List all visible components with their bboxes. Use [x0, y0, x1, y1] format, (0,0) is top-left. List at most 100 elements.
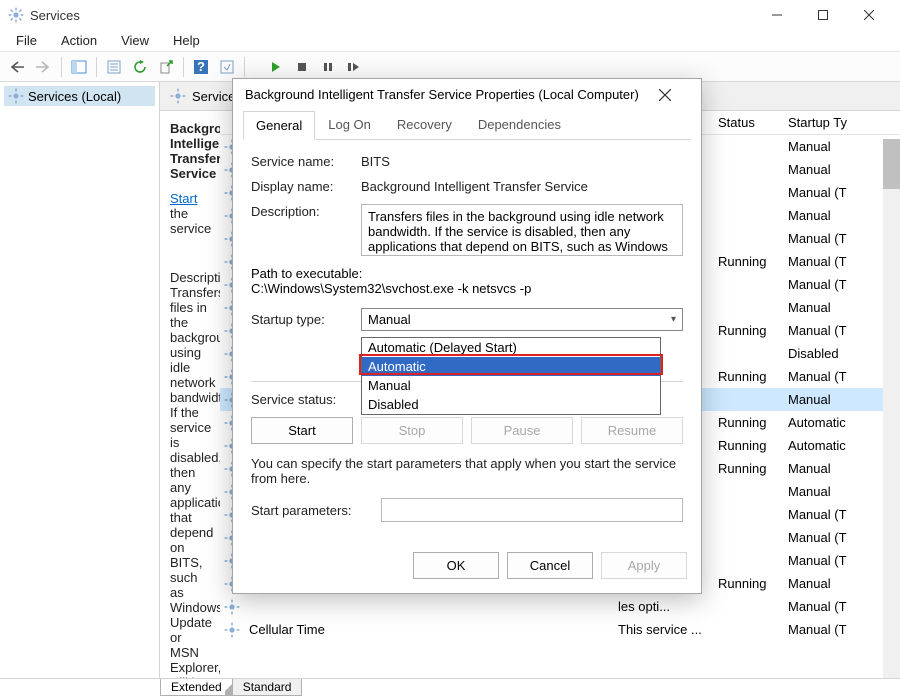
start-parameters-input[interactable]: [381, 498, 683, 522]
cell-startup: Manual: [780, 482, 860, 501]
resume-button: Resume: [581, 417, 683, 444]
cell-name: [241, 605, 610, 609]
menu-view[interactable]: View: [111, 31, 159, 50]
cell-status: [710, 145, 780, 149]
tree-node-services-local[interactable]: Services (Local): [4, 86, 155, 106]
cell-startup: Manual (T: [780, 551, 860, 570]
cell-status: [710, 191, 780, 195]
cell-status: Running: [710, 252, 780, 271]
cell-status: [710, 559, 780, 563]
detail-service-title: Background Intelligent Transfer Service: [170, 121, 210, 181]
service-row[interactable]: les opti...Manual (T: [220, 595, 900, 618]
tab-standard[interactable]: Standard: [232, 679, 303, 696]
cell-description: les opti...: [610, 597, 710, 616]
dropdown-option[interactable]: Automatic (Delayed Start): [362, 338, 660, 357]
minimize-button[interactable]: [754, 0, 800, 30]
properties-button[interactable]: [102, 55, 126, 79]
start-link-suffix: the service: [170, 206, 211, 236]
dropdown-option[interactable]: Manual: [362, 376, 660, 395]
start-service-button[interactable]: [264, 55, 288, 79]
window-title: Services: [30, 8, 754, 23]
path-value: C:\Windows\System32\svchost.exe -k netsv…: [251, 281, 683, 296]
scroll-thumb[interactable]: [883, 139, 900, 189]
description-text: Transfers files in the background using …: [170, 285, 210, 678]
cancel-button[interactable]: Cancel: [507, 552, 593, 579]
cell-status: Running: [710, 321, 780, 340]
tree-pane: Services (Local): [0, 82, 160, 678]
refresh-button[interactable]: [128, 55, 152, 79]
cell-startup: Manual: [780, 160, 860, 179]
menu-file[interactable]: File: [6, 31, 47, 50]
cell-status: [710, 168, 780, 172]
cell-status: [710, 306, 780, 310]
view-tabs: Extended Standard: [0, 678, 900, 700]
startup-type-label: Startup type:: [251, 312, 361, 327]
vertical-scrollbar[interactable]: [883, 139, 900, 678]
startup-type-dropdown[interactable]: Manual ▾: [361, 308, 683, 331]
pause-button: Pause: [471, 417, 573, 444]
pause-service-button[interactable]: [316, 55, 340, 79]
cell-description: This service ...: [610, 620, 710, 639]
cell-startup: Manual (T: [780, 275, 860, 294]
parameters-note: You can specify the start parameters tha…: [251, 456, 683, 486]
forward-button[interactable]: [32, 55, 56, 79]
dropdown-option[interactable]: Disabled: [362, 395, 660, 414]
service-properties-dialog: Background Intelligent Transfer Service …: [232, 78, 702, 594]
description-label: Description:: [251, 204, 361, 219]
gear-icon: [8, 88, 24, 104]
toolbar-button[interactable]: [215, 55, 239, 79]
dialog-close-button[interactable]: [659, 89, 689, 101]
cell-status: [710, 536, 780, 540]
start-parameters-label: Start parameters:: [251, 503, 381, 518]
tab-log-on[interactable]: Log On: [315, 110, 384, 139]
back-button[interactable]: [6, 55, 30, 79]
cell-name: Cellular Time: [241, 620, 610, 639]
tab-extended[interactable]: Extended: [160, 679, 233, 696]
dialog-title: Background Intelligent Transfer Service …: [245, 87, 659, 102]
gear-icon: [220, 622, 241, 638]
menu-action[interactable]: Action: [51, 31, 107, 50]
service-row[interactable]: Cellular TimeThis service ...Manual (T: [220, 618, 900, 641]
help-button[interactable]: ?: [189, 55, 213, 79]
cell-status: [710, 513, 780, 517]
tree-node-label: Services (Local): [28, 89, 121, 104]
menu-help[interactable]: Help: [163, 31, 210, 50]
cell-status: [710, 237, 780, 241]
start-link[interactable]: Start: [170, 191, 197, 206]
cell-status: Running: [710, 367, 780, 386]
cell-startup: Manual: [780, 390, 860, 409]
close-button[interactable]: [846, 0, 892, 30]
cell-startup: Manual (T: [780, 528, 860, 547]
cell-status: Running: [710, 413, 780, 432]
restart-service-button[interactable]: [342, 55, 366, 79]
tab-general[interactable]: General: [243, 111, 315, 140]
cell-startup: Manual: [780, 137, 860, 156]
cell-startup: Automatic: [780, 413, 860, 432]
start-button[interactable]: Start: [251, 417, 353, 444]
cell-status: Running: [710, 574, 780, 593]
startup-type-dropdown-list[interactable]: Automatic (Delayed Start)AutomaticManual…: [361, 337, 661, 415]
dropdown-option[interactable]: Automatic: [362, 357, 660, 376]
tab-recovery[interactable]: Recovery: [384, 110, 465, 139]
cell-startup: Disabled: [780, 344, 860, 363]
path-label: Path to executable:: [251, 266, 683, 281]
service-status-label: Service status:: [251, 392, 361, 407]
tab-dependencies[interactable]: Dependencies: [465, 110, 574, 139]
cell-status: [710, 490, 780, 494]
stop-service-button[interactable]: [290, 55, 314, 79]
window-titlebar: Services: [0, 0, 900, 30]
startup-type-value: Manual: [368, 312, 411, 327]
cell-startup: Startup Ty: [780, 113, 860, 132]
show-hide-tree-button[interactable]: [67, 55, 91, 79]
display-name-label: Display name:: [251, 179, 361, 194]
service-name-label: Service name:: [251, 154, 361, 169]
apply-button: Apply: [601, 552, 687, 579]
export-button[interactable]: [154, 55, 178, 79]
cell-status: Status: [710, 113, 780, 132]
cell-status: [710, 214, 780, 218]
cell-status: [710, 352, 780, 356]
description-textbox[interactable]: Transfers files in the background using …: [361, 204, 683, 256]
ok-button[interactable]: OK: [413, 552, 499, 579]
cell-startup: Manual (T: [780, 183, 860, 202]
maximize-button[interactable]: [800, 0, 846, 30]
